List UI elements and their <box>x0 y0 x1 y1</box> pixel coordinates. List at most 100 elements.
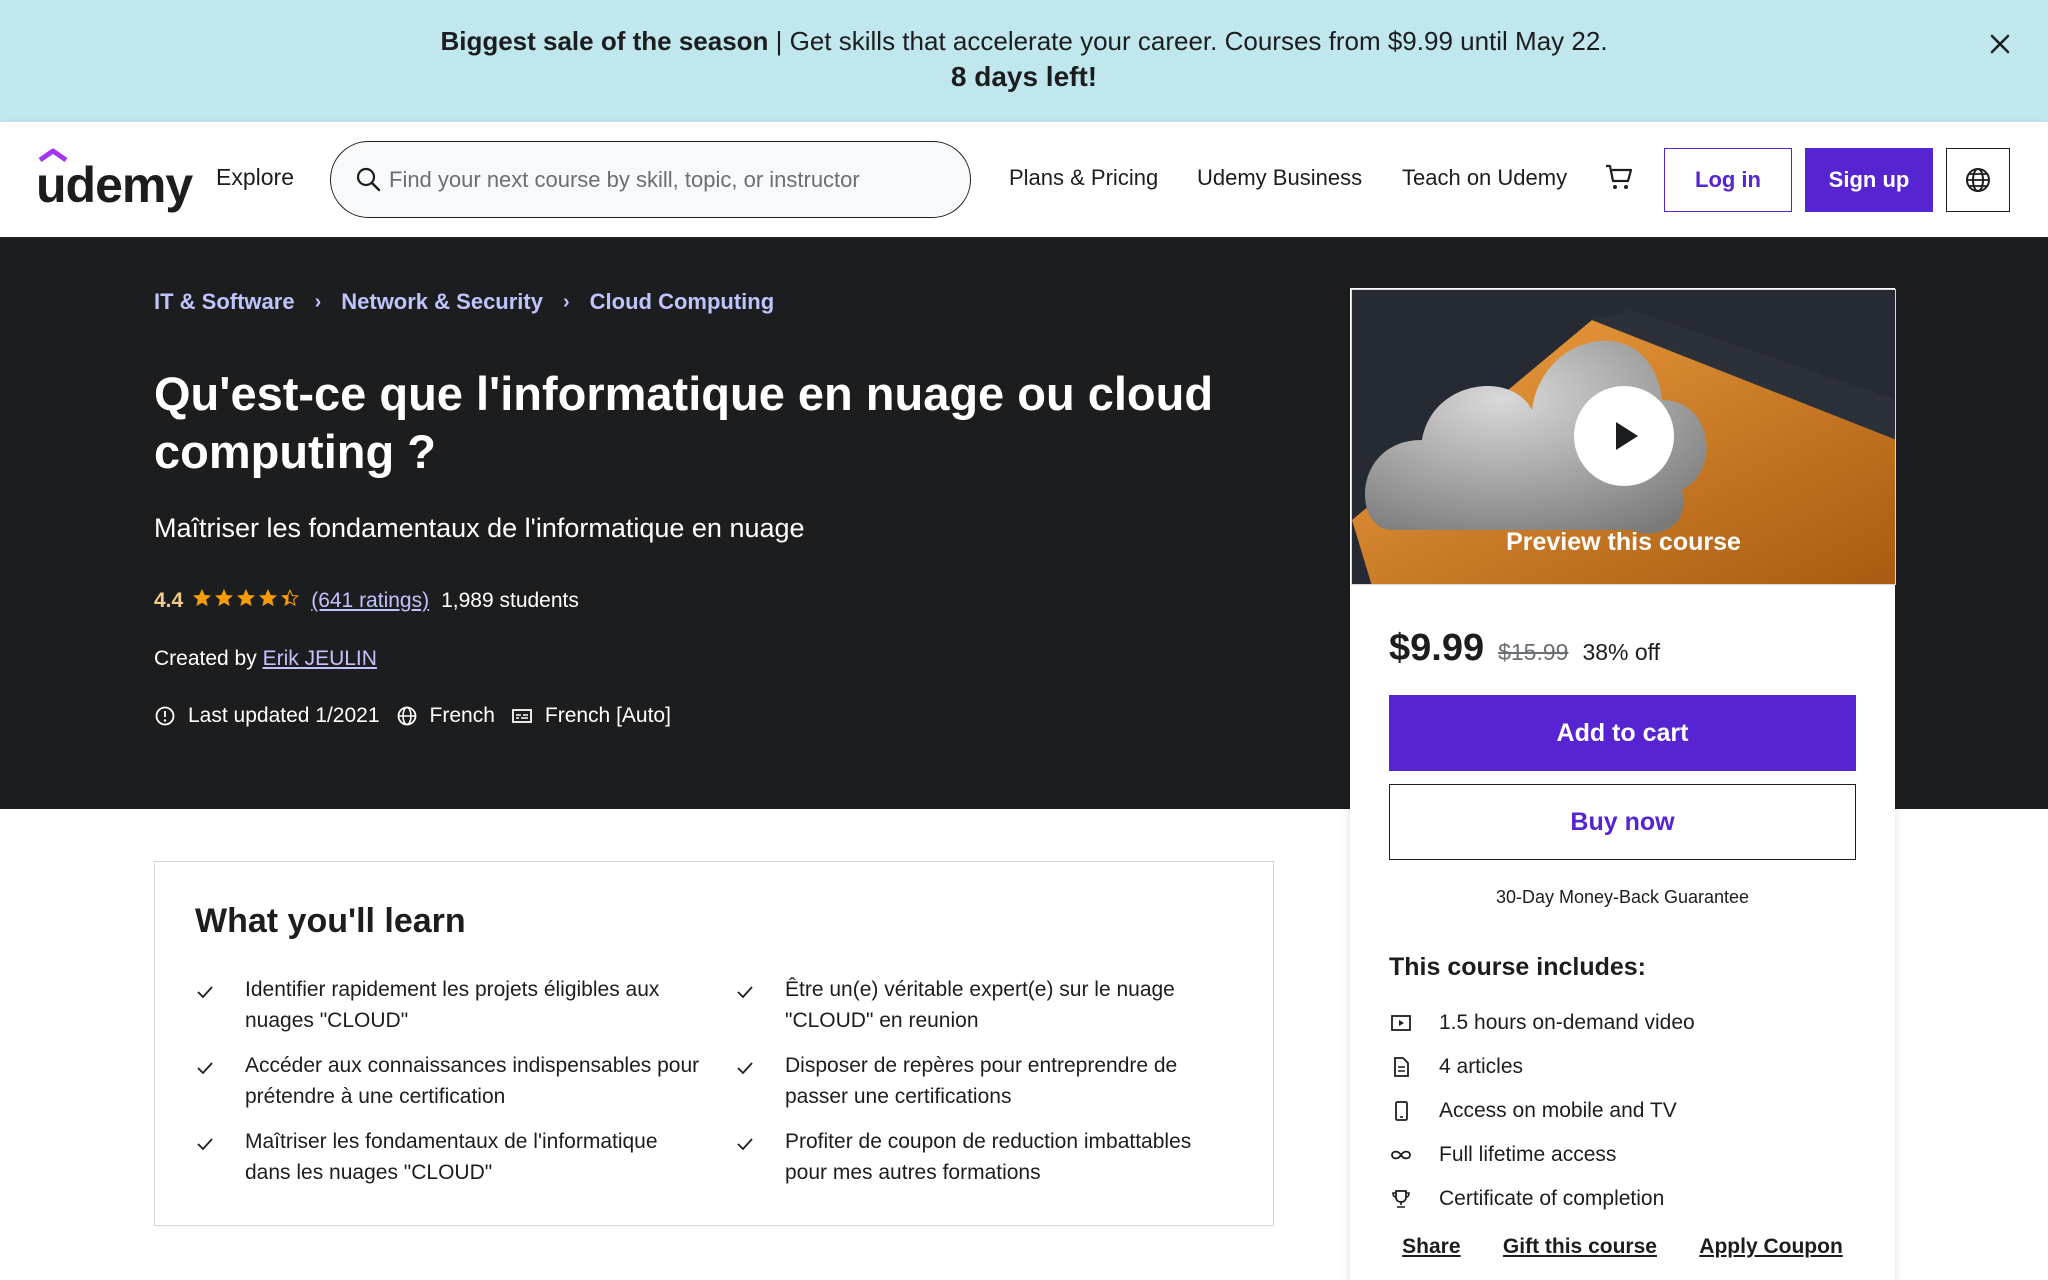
original-price: $15.99 <box>1498 639 1569 665</box>
preview-label: Preview this course <box>1506 528 1741 556</box>
close-icon[interactable] <box>1986 30 2014 58</box>
search-bar[interactable] <box>330 141 971 218</box>
learn-item: Maîtriser les fondamentaux de l'informat… <box>195 1126 735 1188</box>
card-links: Share Gift this course Apply Coupon <box>1351 1235 1894 1259</box>
learn-item-text: Accéder aux connaissances indispensables… <box>245 1054 700 1108</box>
includes-list: 1.5 hours on-demand video 4 articles Acc… <box>1389 1001 1859 1221</box>
learn-item: Profiter de coupon de reduction imbattab… <box>735 1126 1235 1188</box>
instructor-link[interactable]: Erik JEULIN <box>263 647 377 670</box>
course-subtitle: Maîtriser les fondamentaux de l'informat… <box>154 513 805 543</box>
add-to-cart-button[interactable]: Add to cart <box>1389 695 1856 771</box>
udemy-business-link[interactable]: Udemy Business <box>1197 165 1362 191</box>
learn-item-text: Profiter de coupon de reduction imbattab… <box>785 1130 1192 1184</box>
includes-title: This course includes: <box>1389 953 1647 981</box>
infinity-icon <box>1389 1144 1413 1166</box>
search-icon <box>355 166 381 197</box>
include-item: Certificate of completion <box>1389 1177 1859 1221</box>
purchase-card: Preview this course $9.99 $15.99 38% off… <box>1350 288 1896 1280</box>
check-icon <box>735 980 759 1011</box>
chevron-right-icon: › <box>314 290 322 313</box>
money-back-guarantee: 30-Day Money-Back Guarantee <box>1495 887 1750 907</box>
discount-percent: 38% off <box>1582 639 1661 665</box>
breadcrumb: IT & Software › Network & Security › Clo… <box>154 289 774 315</box>
trophy-icon <box>1389 1188 1413 1210</box>
students-count: 1,989 students <box>441 589 579 612</box>
signup-button[interactable]: Sign up <box>1805 148 1933 212</box>
include-text: Full lifetime access <box>1439 1143 1617 1166</box>
current-price: $9.99 <box>1389 627 1485 669</box>
learn-title: What you'll learn <box>195 902 466 940</box>
check-icon <box>195 980 219 1011</box>
what-youll-learn: What you'll learn Identifier rapidement … <box>154 861 1274 1226</box>
alert-clock-icon <box>154 705 176 727</box>
learn-item-text: Être un(e) véritable expert(e) sur le nu… <box>785 978 1175 1032</box>
banner-headline: Biggest sale of the season <box>440 26 769 56</box>
check-icon <box>735 1132 759 1163</box>
course-meta: Last updated 1/2021 French French [Auto] <box>154 704 687 728</box>
teach-link[interactable]: Teach on Udemy <box>1402 165 1567 191</box>
language-button[interactable] <box>1946 148 2010 212</box>
login-button[interactable]: Log in <box>1664 148 1792 212</box>
check-icon <box>195 1056 219 1087</box>
play-button[interactable] <box>1574 386 1674 486</box>
learn-item: Accéder aux connaissances indispensables… <box>195 1050 735 1112</box>
star-icon <box>193 589 212 613</box>
buy-now-button[interactable]: Buy now <box>1389 784 1856 860</box>
promo-banner: Biggest sale of the season | Get skills … <box>0 0 2048 122</box>
banner-text: | Get skills that accelerate your career… <box>768 26 1608 56</box>
play-icon <box>1616 422 1638 450</box>
article-icon <box>1389 1056 1413 1078</box>
search-input[interactable] <box>389 156 949 204</box>
include-text: 4 articles <box>1439 1055 1524 1078</box>
created-by: Created by Erik JEULIN <box>154 647 377 671</box>
check-icon <box>735 1056 759 1087</box>
breadcrumb-network-security[interactable]: Network & Security <box>341 289 543 315</box>
star-icon <box>281 589 300 613</box>
globe-icon <box>396 705 418 727</box>
video-icon <box>1389 1012 1413 1034</box>
include-text: 1.5 hours on-demand video <box>1439 1011 1695 1034</box>
course-captions: French [Auto] <box>544 704 671 727</box>
banner-message: Biggest sale of the season | Get skills … <box>0 26 2048 57</box>
site-header: udemy Explore Plans & Pricing Udemy Busi… <box>0 122 2048 237</box>
share-button[interactable]: Share <box>1402 1235 1460 1259</box>
include-text: Certificate of completion <box>1439 1187 1665 1210</box>
created-by-label: Created by <box>154 647 263 670</box>
rating-stars <box>193 589 300 613</box>
learn-item: Disposer de repères pour entreprendre de… <box>735 1050 1235 1112</box>
learn-item-text: Maîtriser les fondamentaux de l'informat… <box>245 1130 658 1184</box>
breadcrumb-cloud-computing[interactable]: Cloud Computing <box>590 289 775 315</box>
learn-list: Identifier rapidement les projets éligib… <box>195 974 1245 1188</box>
course-preview[interactable]: Preview this course <box>1351 289 1896 585</box>
learn-item: Être un(e) véritable expert(e) sur le nu… <box>735 974 1235 1036</box>
ratings-count-link[interactable]: (641 ratings) <box>311 589 429 613</box>
include-item: 1.5 hours on-demand video <box>1389 1001 1859 1045</box>
apply-coupon-button[interactable]: Apply Coupon <box>1699 1235 1842 1259</box>
check-icon <box>195 1132 219 1163</box>
course-title: Qu'est-ce que l'informatique en nuage ou… <box>154 367 1214 478</box>
star-icon <box>259 589 278 613</box>
price-row: $9.99 $15.99 38% off <box>1389 627 1660 670</box>
explore-menu[interactable]: Explore <box>216 164 294 191</box>
learn-item: Identifier rapidement les projets éligib… <box>195 974 735 1036</box>
course-language: French <box>429 704 495 727</box>
star-icon <box>237 589 256 613</box>
learn-item-text: Disposer de repères pour entreprendre de… <box>785 1054 1178 1108</box>
include-item: Access on mobile and TV <box>1389 1089 1859 1133</box>
rating-value: 4.4 <box>154 589 184 612</box>
rating-row: 4.4 (641 ratings) 1,989 students <box>154 589 579 613</box>
plans-pricing-link[interactable]: Plans & Pricing <box>1009 165 1158 191</box>
star-icon <box>215 589 234 613</box>
last-updated: Last updated 1/2021 <box>188 704 380 727</box>
chevron-right-icon: › <box>562 290 570 313</box>
banner-countdown: 8 days left! <box>950 61 1098 92</box>
cart-icon[interactable] <box>1604 162 1634 197</box>
include-item: Full lifetime access <box>1389 1133 1859 1177</box>
learn-item-text: Identifier rapidement les projets éligib… <box>245 978 660 1032</box>
gift-course-button[interactable]: Gift this course <box>1503 1235 1657 1259</box>
logo-wordmark: udemy <box>36 157 193 213</box>
include-item: 4 articles <box>1389 1045 1859 1089</box>
globe-icon <box>1966 168 1990 192</box>
mobile-icon <box>1389 1100 1413 1122</box>
breadcrumb-it-software[interactable]: IT & Software <box>154 289 295 315</box>
